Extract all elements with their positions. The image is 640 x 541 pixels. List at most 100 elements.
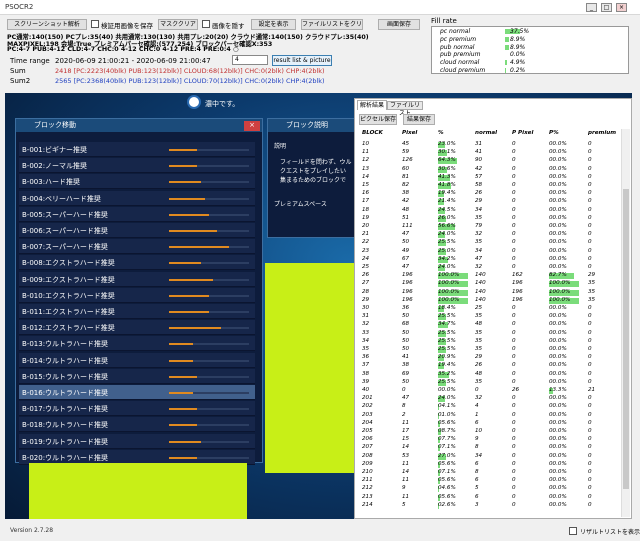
- table-cell: 210: [362, 469, 373, 475]
- save-verify-label: 検証用画像を保存: [101, 22, 153, 30]
- block-item[interactable]: B-008:エクストラハード推奨: [19, 255, 255, 271]
- table-cell: 50: [402, 346, 410, 352]
- maximize-button[interactable]: □: [601, 3, 612, 12]
- block-item[interactable]: B-003:ハード推奨: [19, 174, 255, 190]
- table-cell: 30.1%: [438, 149, 456, 156]
- save-pixel-button[interactable]: ピクセル保存: [359, 114, 397, 125]
- table-cell: 00.0%: [549, 247, 567, 254]
- table-cell: 6: [475, 477, 479, 484]
- block-population-track: [169, 262, 249, 265]
- scrollbar-thumb[interactable]: [623, 189, 629, 489]
- table-cell: 0: [588, 452, 592, 459]
- fill-rate-label: Fill rate: [431, 17, 457, 25]
- result-list-picture-button[interactable]: result list & picture: [272, 55, 332, 66]
- table-cell: 0: [512, 362, 516, 369]
- table-cell: 8: [402, 403, 406, 410]
- block-item[interactable]: B-019:ウルトラハード推奨: [19, 433, 255, 449]
- tab-file-list[interactable]: ファイルリスト: [387, 101, 423, 117]
- table-row: 16 38 19.4% 26 0 00.0% 0: [358, 190, 620, 198]
- table-cell: 05.6%: [438, 419, 456, 426]
- table-cell: 0: [588, 198, 592, 205]
- table-cell: 15: [402, 436, 410, 443]
- block-population-bar: [169, 213, 209, 216]
- table-cell: 07.7%: [438, 436, 456, 443]
- table-row: 209 11 05.6% 6 0 00.0% 0: [358, 461, 620, 469]
- table-cell: 23: [362, 247, 370, 254]
- fill-rate-table: pc normal 37.5% pc premium 8.9% pub normal 8.…: [431, 26, 629, 74]
- block-item[interactable]: B-012:エクストラハード推奨: [19, 320, 255, 336]
- table-cell: 19: [362, 214, 370, 221]
- fill-rate-row: pc normal 37.5%: [434, 28, 632, 36]
- mask-overlay-right: [265, 263, 357, 473]
- table-cell: 211: [362, 477, 373, 484]
- info-line-3: PC:4-7 PUB:4-12 CLD:4-7 CHC:0 4-12 CHC:0…: [7, 46, 239, 53]
- desc-line-2: クエストをプレイしたい: [280, 168, 347, 175]
- table-cell: 29: [362, 296, 370, 303]
- table-cell: 0: [588, 395, 592, 402]
- table-cell: 0: [512, 321, 516, 328]
- show-settings-button[interactable]: 設定を表示: [251, 19, 296, 30]
- clear-filelist-button[interactable]: ファイルリストをクリア: [301, 19, 363, 30]
- close-icon[interactable]: ×: [244, 121, 260, 131]
- table-row: 34 50 25.5% 35 0 00.0% 0: [358, 338, 620, 346]
- block-item[interactable]: B-016:ウルトラハード推奨: [19, 385, 255, 400]
- table-cell: 26.0%: [438, 214, 456, 221]
- block-population-track: [169, 213, 249, 216]
- table-cell: 140: [475, 280, 486, 287]
- block-population-bar: [169, 392, 193, 394]
- minimize-button[interactable]: _: [586, 3, 597, 12]
- block-population-bar: [169, 456, 197, 459]
- table-cell: 32: [475, 264, 483, 270]
- hide-image-checkbox[interactable]: [202, 20, 210, 28]
- block-item[interactable]: B-015:ウルトラハード推奨: [19, 368, 255, 384]
- block-population-track: [169, 181, 249, 184]
- block-item[interactable]: B-002:ノーマル推奨: [19, 158, 255, 174]
- block-population-bar: [169, 230, 217, 232]
- table-cell: 00.0%: [549, 329, 567, 336]
- block-item[interactable]: B-010:エクストラハード推奨: [19, 287, 255, 303]
- table-cell: 35: [475, 329, 483, 336]
- table-cell: 00.0%: [549, 206, 567, 213]
- block-item[interactable]: B-005:スーパーハード推奨: [19, 206, 255, 222]
- table-cell: 26: [475, 362, 483, 369]
- table-cell: 25.5%: [438, 346, 456, 352]
- block-item[interactable]: B-001:ビギナー推奨: [19, 142, 255, 157]
- table-cell: 0: [588, 182, 592, 188]
- block-item[interactable]: B-009:エクストラハード推奨: [19, 271, 255, 287]
- block-item[interactable]: B-007:スーパーハード推奨: [19, 239, 255, 255]
- table-cell: 111: [402, 223, 413, 229]
- block-item[interactable]: B-018:ウルトラハード推奨: [19, 417, 255, 433]
- desc-line-3: 集まるためのブロックで: [280, 177, 347, 184]
- block-item[interactable]: B-004:ベリーハード推奨: [19, 190, 255, 206]
- table-cell: 0: [588, 493, 592, 500]
- table-cell: 0: [588, 141, 592, 147]
- result-scrollbar[interactable]: [621, 129, 630, 517]
- table-cell: 19.4%: [438, 362, 456, 369]
- block-item[interactable]: B-006:スーパーハード推奨: [19, 223, 255, 238]
- table-cell: 04.1%: [438, 403, 456, 410]
- block-item[interactable]: B-017:ウルトラハード推奨: [19, 401, 255, 417]
- save-result-button[interactable]: 結果保存: [403, 114, 435, 125]
- table-cell: 01.0%: [438, 411, 456, 418]
- analyze-screenshot-button[interactable]: スクリーンショット解析: [7, 19, 87, 30]
- tab-analysis-result[interactable]: 解析結果: [357, 100, 387, 110]
- fill-rate-value: 37.5%: [510, 28, 530, 35]
- save-screen-button[interactable]: 画面保存: [378, 19, 420, 30]
- show-result-list-checkbox[interactable]: [569, 527, 577, 535]
- table-cell: 0: [588, 247, 592, 254]
- table-cell: 29: [475, 354, 483, 361]
- time-range-input[interactable]: 4: [232, 55, 268, 65]
- sum-value: 2418 [PC:2223(40blk) PUB:123(12blk)] CLO…: [55, 67, 325, 75]
- table-cell: 21.4%: [438, 198, 456, 205]
- block-population-track: [169, 375, 249, 378]
- table-cell: 00.0%: [549, 255, 567, 262]
- block-item[interactable]: B-011:エクストラハード推奨: [19, 304, 255, 319]
- table-cell: 05.6%: [438, 477, 456, 484]
- save-verify-checkbox[interactable]: [91, 20, 99, 28]
- mask-clear-button[interactable]: マスククリア: [158, 19, 198, 30]
- table-cell: 23.0%: [438, 141, 456, 147]
- table-cell: 00.0%: [549, 231, 567, 238]
- close-button[interactable]: ×: [616, 3, 627, 12]
- block-item[interactable]: B-014:ウルトラハード推奨: [19, 352, 255, 368]
- block-item[interactable]: B-013:ウルトラハード推奨: [19, 336, 255, 352]
